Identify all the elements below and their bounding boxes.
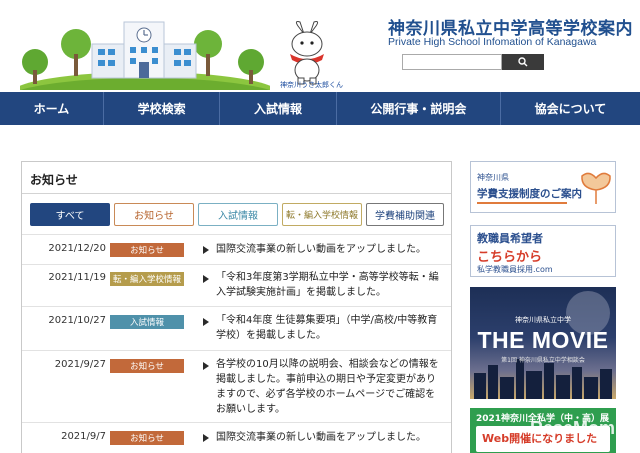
mascot-label: 神奈川うさ太郎くん (280, 81, 343, 89)
nav-about-association[interactable]: 協会について (500, 92, 640, 125)
search-input[interactable] (402, 54, 502, 70)
list-item[interactable]: 2021/11/19 転・編入学校情報 「令和3年度第3学期私立中学・高等学校等… (22, 264, 451, 306)
category-badge: お知らせ (110, 359, 184, 373)
nav-home[interactable]: ホーム (0, 92, 103, 125)
site-header: 神奈川うさ太郎くん 神奈川県私立中学高等学校案内 Private High Sc… (0, 0, 640, 92)
notice-date: 2021/10/27 (48, 315, 106, 326)
ginkgo-leaf-icon (581, 172, 611, 204)
movie-banner-caption: 第1回 神奈川県私立中学相談会 (501, 357, 585, 364)
notice-date: 2021/9/7 (61, 431, 106, 442)
panel-title: お知らせ (30, 173, 78, 187)
teacher-recruit-banner[interactable]: 教職員希望者 こちらから 私学教職員採用.com (470, 225, 616, 277)
main-nav: ホーム 学校検索 入試情報 公開行事・説明会 協会について (0, 92, 640, 125)
nav-events[interactable]: 公開行事・説明会 (335, 92, 500, 125)
notice-filter-tabs: すべて お知らせ 入試情報 転・編入学校情報 学費補助関連 (30, 203, 444, 226)
arrow-right-icon (203, 246, 209, 254)
tab-exam-info[interactable]: 入試情報 (198, 203, 278, 226)
tab-news[interactable]: お知らせ (114, 203, 194, 226)
tuition-aid-banner[interactable]: 神奈川県 学費支援制度のご案内 (470, 161, 616, 213)
category-badge: 入試情報 (110, 315, 184, 329)
tab-all[interactable]: すべて (30, 203, 110, 226)
notice-date: 2021/12/20 (48, 243, 106, 254)
list-item[interactable]: 2021/9/7 お知らせ 国際交流事業の新しい動画をアップしました。 (22, 422, 451, 452)
site-subtitle: Private High School Infomation of Kanaga… (388, 36, 597, 48)
notice-link[interactable]: 「令和3年度第3学期私立中学・高等学校等転・編入学試験実施計画」を掲載しました。 (216, 270, 442, 300)
banner-recruit-heading: 教職員希望者 (477, 232, 543, 245)
banner-recruit-cta: こちらから (477, 250, 543, 265)
nav-exam-info[interactable]: 入試情報 (219, 92, 335, 125)
tab-transfer-info[interactable]: 転・編入学校情報 (282, 203, 362, 226)
notice-link[interactable]: 「令和4年度 生徒募集要項」（中学/高校/中等教育学校）を掲載しました。 (216, 313, 442, 343)
notice-link[interactable]: 各学校の10月以降の説明会、相談会などの情報を掲載しました。事前申込の期日や予定… (216, 357, 442, 417)
banner-aid-prefecture: 神奈川県 (477, 173, 509, 182)
list-item[interactable]: 2021/10/27 入試情報 「令和4年度 生徒募集要項」（中学/高校/中等教… (22, 306, 451, 350)
category-badge: お知らせ (110, 431, 184, 445)
watermark-logo: ReseMom (530, 418, 616, 438)
notice-link[interactable]: 国際交流事業の新しい動画をアップしました。 (216, 430, 442, 445)
movie-banner-kicker: 神奈川県私立中学 (515, 316, 571, 324)
notices-panel: お知らせ すべて お知らせ 入試情報 転・編入学校情報 学費補助関連 2021/… (21, 161, 452, 453)
divider (477, 202, 567, 204)
movie-banner-title: THE MOVIE (477, 327, 609, 353)
search-button[interactable] (502, 54, 544, 70)
list-item[interactable]: 2021/9/27 お知らせ 各学校の10月以降の説明会、相談会などの情報を掲載… (22, 350, 451, 422)
banner-recruit-site: 私学教職員採用.com (477, 265, 553, 274)
category-badge: 転・編入学校情報 (110, 272, 184, 286)
category-badge: お知らせ (110, 243, 184, 257)
notice-date: 2021/9/27 (54, 359, 106, 370)
banner-aid-title: 学費支援制度のご案内 (477, 188, 582, 200)
school-building-illustration (20, 21, 270, 90)
nav-school-search[interactable]: 学校検索 (102, 92, 219, 125)
notice-date: 2021/11/19 (48, 272, 106, 283)
search-icon (518, 57, 528, 67)
notice-link[interactable]: 国際交流事業の新しい動画をアップしました。 (216, 242, 442, 257)
arrow-right-icon (203, 362, 209, 370)
the-movie-banner[interactable]: 神奈川県私立中学 THE MOVIE 第1回 神奈川県私立中学相談会 (470, 287, 616, 399)
divider (22, 193, 451, 194)
arrow-right-icon (203, 275, 209, 283)
list-item[interactable]: 2021/12/20 お知らせ 国際交流事業の新しい動画をアップしました。 (22, 234, 451, 264)
arrow-right-icon (203, 318, 209, 326)
tab-tuition-aid[interactable]: 学費補助関連 (366, 203, 444, 226)
arrow-right-icon (203, 434, 209, 442)
